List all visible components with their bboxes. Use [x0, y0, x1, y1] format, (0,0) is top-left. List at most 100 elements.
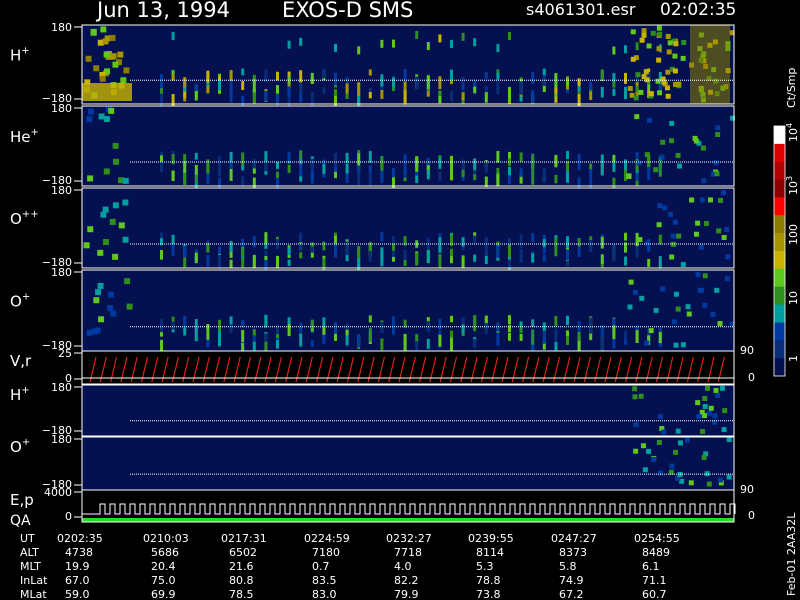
ephemeris-value: 0210:03	[143, 532, 189, 545]
ephemeris-value: 4738	[65, 546, 93, 559]
panel-label-charge: +	[21, 46, 29, 57]
heatmap-cell	[426, 338, 430, 349]
heatmap-cell	[669, 254, 675, 260]
heatmap-cell	[218, 319, 221, 332]
heatmap-cell	[496, 333, 500, 346]
heatmap-cell	[108, 107, 115, 114]
heatmap-cell	[658, 331, 662, 344]
heatmap-cell	[218, 156, 221, 166]
heatmap-cell	[183, 248, 187, 259]
heatmap-cell	[496, 81, 500, 95]
heatmap-cell	[589, 177, 593, 189]
heatmap-cell	[473, 254, 477, 262]
heatmap-cell	[680, 342, 686, 348]
heatmap-cell	[450, 337, 453, 351]
heatmap-cell	[484, 323, 488, 334]
heatmap-cell	[531, 90, 535, 104]
tick-top: 25	[58, 347, 72, 360]
heatmap-cell	[716, 228, 722, 234]
heatmap-cell	[542, 254, 546, 262]
ephemeris-value: 20.4	[151, 560, 176, 573]
heatmap-cell	[241, 238, 245, 247]
colorbar-label-base: 10	[787, 291, 800, 305]
ephemeris-value: 6502	[229, 546, 257, 559]
panel-3: O++180−180	[10, 184, 735, 272]
heatmap-cell	[589, 91, 593, 100]
ephemeris-value: 19.9	[65, 560, 90, 573]
heatmap-cell	[461, 256, 465, 268]
colorbar-unit: Ct/Smp	[785, 68, 798, 108]
spectrogram-figure: Jun 13, 1994 EXOS-D SMS s4061301.esr 02:…	[10, 0, 800, 600]
tick-top: 180	[51, 102, 72, 115]
heatmap-cell	[675, 152, 681, 158]
heatmap-cell	[473, 174, 477, 181]
heatmap-cell	[644, 152, 650, 158]
heatmap-cell	[714, 287, 720, 293]
heatmap-cell	[264, 232, 268, 244]
heatmap-cell	[624, 72, 627, 84]
heatmap-cell	[542, 68, 546, 76]
ephemeris-value: 71.1	[642, 574, 667, 587]
heatmap-cell	[496, 173, 500, 187]
colorbar-swatch	[774, 340, 785, 359]
qa-bar	[82, 518, 734, 522]
heatmap-cell	[122, 177, 129, 184]
heatmap-cell	[657, 414, 663, 420]
heatmap-cell	[715, 131, 721, 137]
heatmap-cell	[322, 241, 326, 251]
heatmap-cell	[160, 249, 163, 260]
heatmap-cell	[241, 152, 245, 166]
heatmap-cell	[252, 79, 256, 93]
heatmap-cell	[672, 68, 678, 74]
right-tick-top: 90	[740, 483, 754, 496]
heatmap-cell	[633, 95, 639, 101]
heatmap-cell	[171, 31, 175, 40]
heatmap-cell	[287, 317, 291, 324]
panel-label-text: He	[10, 128, 31, 146]
heatmap-cell	[299, 333, 303, 347]
heatmap-cell	[658, 234, 662, 243]
heatmap-cell	[299, 37, 303, 46]
heatmap-cell	[666, 49, 672, 55]
heatmap-cell	[438, 96, 442, 104]
ephemeris-value: 0202:35	[57, 532, 103, 545]
heatmap-cell	[194, 319, 198, 333]
heatmap-cell	[276, 71, 279, 81]
heatmap-cell	[299, 150, 303, 159]
heatmap-cell	[484, 176, 488, 188]
heatmap-cell	[612, 325, 616, 340]
heatmap-cell	[695, 272, 701, 278]
tick-top: 180	[51, 184, 72, 197]
heatmap-cell	[700, 428, 706, 434]
colorbar-label: 1	[787, 355, 800, 362]
panel-stack: H+180−180He+180−180O++180−180O+180−180V,…	[10, 21, 755, 529]
heatmap-cell	[702, 396, 708, 402]
heatmap-cell	[206, 172, 210, 185]
heatmap-cell	[484, 161, 488, 173]
heatmap-cell	[450, 315, 453, 323]
heatmap-cell	[635, 172, 639, 181]
heatmap-cell	[554, 328, 558, 342]
heatmap-cell	[93, 65, 100, 72]
heatmap-cell	[392, 39, 395, 48]
ephemeris-value: 83.5	[312, 574, 337, 587]
heatmap-cell	[473, 235, 477, 245]
heatmap-cell	[438, 318, 442, 330]
heatmap-cell	[450, 39, 453, 48]
ephemeris-value: 75.0	[151, 574, 176, 587]
panel-background	[82, 385, 734, 436]
heatmap-cell	[357, 246, 361, 259]
heatmap-cell	[660, 139, 666, 145]
heatmap-cell	[98, 316, 105, 323]
heatmap-cell	[632, 386, 638, 392]
panel-label: E,p	[10, 491, 34, 509]
heatmap-cell	[713, 387, 719, 393]
ephemeris-row-label: InLat	[20, 574, 48, 587]
ephemeris-row-label: MLT	[20, 560, 41, 573]
heatmap-cell	[725, 254, 731, 260]
heatmap-cell	[97, 282, 104, 289]
heatmap-cell	[657, 203, 663, 209]
heatmap-cell	[720, 190, 726, 196]
heatmap-cell	[676, 233, 682, 239]
panel-label-text: O	[10, 210, 22, 228]
